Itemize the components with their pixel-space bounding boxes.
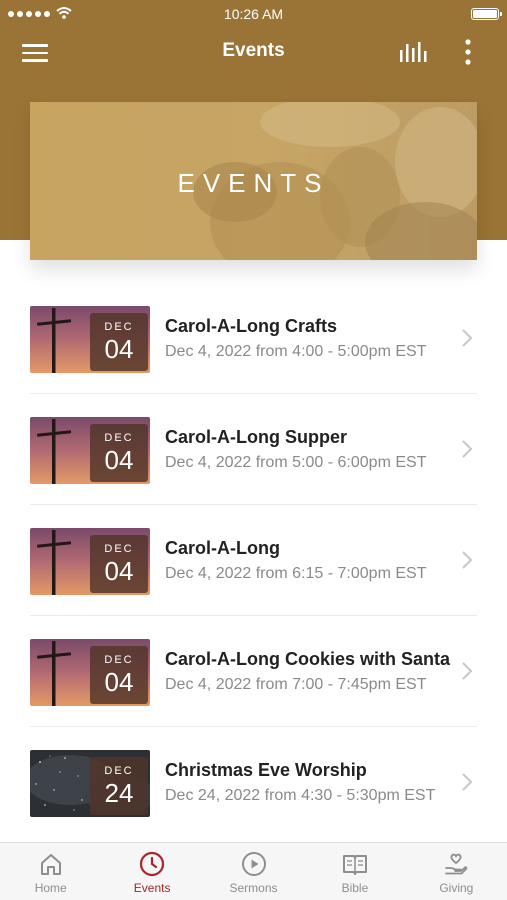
tab-label: Giving bbox=[439, 881, 474, 895]
clock-icon bbox=[140, 851, 165, 877]
event-title: Carol-A-Long bbox=[165, 538, 280, 558]
event-thumbnail: DEC 24 bbox=[30, 750, 150, 817]
event-row[interactable]: DEC 04 Carol-A-Long Cookies with Santa D… bbox=[0, 616, 507, 727]
chevron-right-icon bbox=[462, 440, 473, 458]
event-row[interactable]: DEC 24 Christmas Eve Worship Dec 24, 202… bbox=[0, 727, 507, 838]
date-badge: DEC 04 bbox=[90, 313, 148, 371]
event-thumbnail: DEC 04 bbox=[30, 417, 150, 484]
event-thumbnail: DEC 04 bbox=[30, 639, 150, 706]
tab-label: Events bbox=[133, 881, 171, 895]
status-time: 10:26 AM bbox=[223, 6, 284, 22]
date-badge: DEC 04 bbox=[90, 424, 148, 482]
event-row[interactable]: DEC 04 Carol-A-Long Supper Dec 4, 2022 f… bbox=[0, 394, 507, 505]
event-datetime: Dec 4, 2022 from 7:00 - 7:45pm EST bbox=[165, 676, 427, 693]
date-badge: DEC 04 bbox=[90, 646, 148, 704]
event-row[interactable]: DEC 04 Carol-A-Long Crafts Dec 4, 2022 f… bbox=[0, 283, 507, 394]
event-datetime: Dec 4, 2022 from 6:15 - 7:00pm EST bbox=[165, 565, 427, 582]
tab-bible[interactable]: Bible bbox=[304, 843, 405, 900]
event-day: 04 bbox=[104, 334, 134, 364]
tab-events[interactable]: Events bbox=[101, 843, 202, 900]
event-title: Carol-A-Long Supper bbox=[165, 427, 347, 447]
tab-label: Home bbox=[34, 881, 67, 895]
event-thumbnail: DEC 04 bbox=[30, 306, 150, 373]
battery-icon bbox=[471, 8, 502, 20]
event-month: DEC bbox=[104, 321, 134, 333]
chevron-right-icon bbox=[462, 662, 473, 680]
tab-sermons[interactable]: Sermons bbox=[203, 843, 304, 900]
navigation-bar: Events bbox=[0, 28, 507, 76]
event-day: 24 bbox=[104, 778, 134, 808]
event-month: DEC bbox=[104, 543, 134, 555]
event-day: 04 bbox=[104, 667, 134, 697]
event-title: Carol-A-Long Crafts bbox=[165, 316, 337, 336]
event-datetime: Dec 4, 2022 from 5:00 - 6:00pm EST bbox=[165, 454, 427, 471]
event-datetime: Dec 4, 2022 from 4:00 - 5:00pm EST bbox=[165, 343, 427, 360]
play-circle-icon bbox=[241, 852, 266, 876]
book-icon bbox=[342, 855, 367, 875]
event-datetime: Dec 24, 2022 from 4:30 - 5:30pm EST bbox=[165, 787, 436, 804]
event-row[interactable]: DEC 04 Carol-A-Long Dec 4, 2022 from 6:1… bbox=[0, 505, 507, 616]
date-badge: DEC 24 bbox=[90, 757, 148, 815]
event-month: DEC bbox=[104, 432, 134, 444]
event-list: DEC 04 Carol-A-Long Crafts Dec 4, 2022 f… bbox=[0, 283, 507, 838]
event-title: Carol-A-Long Cookies with Santa bbox=[165, 649, 451, 669]
tab-bar: Home Events Sermons Bible Giving bbox=[0, 842, 507, 900]
chevron-right-icon bbox=[462, 551, 473, 569]
event-day: 04 bbox=[104, 556, 134, 586]
event-month: DEC bbox=[104, 654, 134, 666]
tab-giving[interactable]: Giving bbox=[406, 843, 507, 900]
hand-heart-icon bbox=[445, 853, 468, 875]
event-month: DEC bbox=[104, 765, 134, 777]
event-thumbnail: DEC 04 bbox=[30, 528, 150, 595]
more-options-icon[interactable] bbox=[458, 38, 478, 66]
tab-label: Sermons bbox=[229, 881, 278, 895]
chevron-right-icon bbox=[462, 773, 473, 791]
event-day: 04 bbox=[104, 445, 134, 475]
home-icon bbox=[40, 854, 61, 875]
events-banner: EVENTS bbox=[30, 102, 477, 260]
banner-title: EVENTS bbox=[177, 168, 330, 198]
tab-label: Bible bbox=[341, 881, 369, 895]
chevron-right-icon bbox=[462, 329, 473, 347]
date-badge: DEC 04 bbox=[90, 535, 148, 593]
audio-levels-icon[interactable] bbox=[398, 40, 432, 64]
status-bar: 10:26 AM bbox=[0, 0, 507, 28]
event-title: Christmas Eve Worship bbox=[165, 760, 367, 780]
tab-home[interactable]: Home bbox=[0, 843, 101, 900]
